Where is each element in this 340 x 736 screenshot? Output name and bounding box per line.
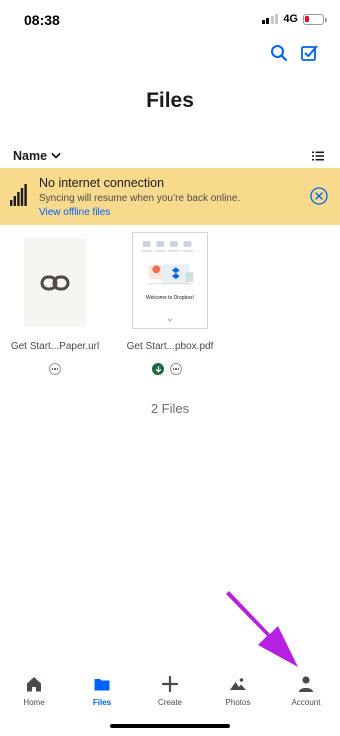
tab-files[interactable]: Files bbox=[68, 667, 136, 717]
home-indicator bbox=[110, 724, 230, 728]
file-name: Get Start...pbox.pdf bbox=[126, 341, 214, 352]
file-actions bbox=[152, 363, 182, 375]
status-time: 08:38 bbox=[24, 12, 60, 28]
tab-account[interactable]: Account bbox=[272, 667, 340, 717]
chevron-down-icon bbox=[51, 153, 61, 159]
cellular-signal-icon bbox=[261, 14, 279, 24]
photos-icon bbox=[230, 678, 246, 690]
person-icon bbox=[299, 676, 313, 692]
tab-label: Files bbox=[92, 698, 112, 707]
offline-banner: No internet connection Syncing will resu… bbox=[0, 168, 340, 225]
more-options-button[interactable] bbox=[49, 363, 61, 375]
tab-label: Home bbox=[23, 698, 45, 707]
file-thumbnail bbox=[24, 238, 86, 327]
pdf-preview-image bbox=[140, 241, 194, 322]
select-checkbox-icon[interactable] bbox=[300, 44, 318, 62]
home-icon bbox=[27, 677, 41, 692]
folder-icon bbox=[94, 679, 110, 691]
banner-title: No internet connection bbox=[39, 176, 165, 190]
network-type: 4G bbox=[283, 13, 298, 25]
status-indicators: 4G bbox=[261, 13, 327, 25]
status-bar: 08:38 4G bbox=[0, 0, 340, 40]
file-name: Get Start...Paper.url bbox=[10, 341, 100, 352]
view-offline-files-link[interactable]: View offline files bbox=[39, 207, 110, 218]
pdf-preview-text: Welcome to Dropbox! bbox=[146, 295, 194, 301]
sort-by-button[interactable]: Name bbox=[13, 149, 61, 163]
file-thumbnail: Welcome to Dropbox! bbox=[132, 232, 208, 329]
plus-icon bbox=[161, 675, 179, 693]
close-icon[interactable] bbox=[310, 187, 328, 205]
page-title: Files bbox=[146, 89, 194, 112]
tab-create[interactable]: Create bbox=[136, 667, 204, 717]
file-count: 2 Files bbox=[150, 401, 190, 416]
tab-label: Account bbox=[291, 698, 321, 707]
more-options-button[interactable] bbox=[170, 363, 182, 375]
available-offline-icon bbox=[152, 363, 164, 375]
tab-home[interactable]: Home bbox=[0, 667, 68, 717]
tab-bar: Home Files Create Photos Account bbox=[0, 667, 340, 717]
sort-row: Name bbox=[13, 148, 324, 164]
sort-label: Name bbox=[13, 149, 48, 163]
tab-photos[interactable]: Photos bbox=[204, 667, 272, 717]
tab-label: Photos bbox=[225, 698, 251, 707]
annotation-arrow bbox=[226, 591, 298, 667]
file-actions bbox=[49, 363, 61, 375]
search-icon[interactable] bbox=[270, 44, 288, 62]
battery-icon bbox=[303, 13, 327, 25]
link-icon bbox=[40, 275, 70, 291]
list-view-icon[interactable] bbox=[312, 150, 324, 162]
header-actions bbox=[270, 44, 318, 62]
signal-strength-icon bbox=[10, 184, 27, 206]
tab-label: Create bbox=[157, 698, 182, 707]
banner-subtitle: Syncing will resume when you’re back onl… bbox=[39, 193, 241, 204]
